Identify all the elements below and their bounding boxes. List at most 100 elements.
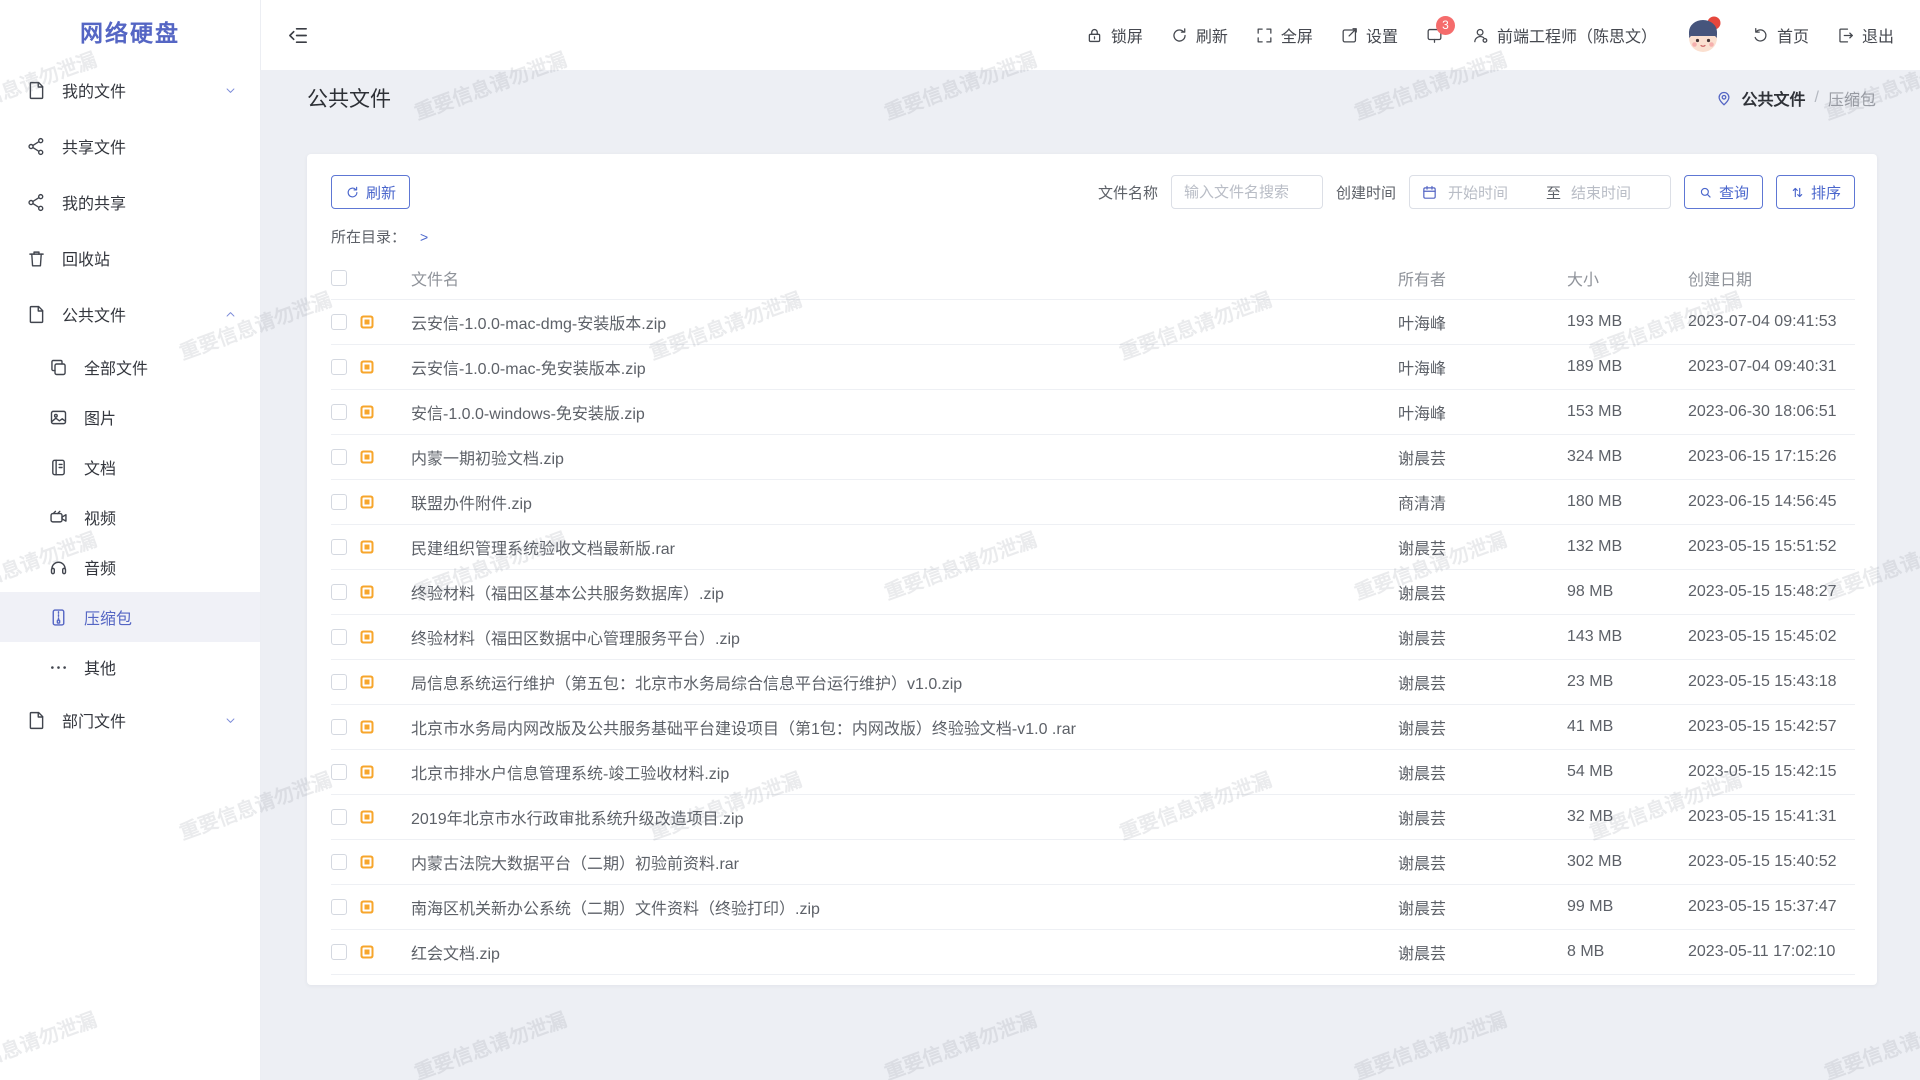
file-icon (26, 710, 47, 731)
date-start-field[interactable]: 开始时间 (1448, 182, 1536, 203)
file-owner: 谢晨芸 (1398, 580, 1567, 604)
row-checkbox[interactable] (331, 719, 347, 735)
table-row: 终验材料（福田区基本公共服务数据库）.zip谢晨芸98 MB2023-05-15… (331, 570, 1855, 615)
user-avatar[interactable] (1684, 14, 1724, 56)
sidebar-item-others[interactable]: 其他 (0, 642, 260, 692)
row-checkbox[interactable] (331, 809, 347, 825)
table-row: 2019年北京市水行政审批系统升级改造项目.zip谢晨芸32 MB2023-05… (331, 795, 1855, 840)
sidebar-item-label: 其他 (84, 655, 238, 679)
breadcrumb-root[interactable]: 公共文件 (1742, 86, 1806, 110)
fullscreen-button[interactable]: 全屏 (1255, 23, 1313, 47)
refresh-list-label: 刷新 (366, 182, 396, 203)
sidebar-item-label: 压缩包 (84, 605, 238, 629)
home-button[interactable]: 首页 (1751, 23, 1809, 47)
file-name[interactable]: 终验材料（福田区数据中心管理服务平台）.zip (411, 625, 1398, 649)
row-checkbox[interactable] (331, 944, 347, 960)
notifications-button[interactable]: 3 (1425, 26, 1444, 45)
lock-screen-label: 锁屏 (1111, 23, 1143, 47)
logout-label: 退出 (1862, 23, 1894, 47)
file-size: 180 MB (1567, 493, 1688, 511)
file-name[interactable]: 北京市水务局内网改版及公共服务基础平台建设项目（第1包：内网改版）终验验文档-v… (411, 715, 1398, 739)
file-name-filter-label: 文件名称 (1098, 182, 1158, 203)
file-date: 2023-06-15 17:15:26 (1688, 448, 1855, 466)
sidebar-item-public-files[interactable]: 公共文件 (0, 286, 260, 342)
file-name[interactable]: 2019年北京市水行政审批系统升级改造项目.zip (411, 805, 1398, 829)
file-name[interactable]: 云安信-1.0.0-mac-dmg-安装版本.zip (411, 310, 1398, 334)
sidebar-item-all-files[interactable]: 全部文件 (0, 342, 260, 392)
user-icon (1471, 26, 1490, 45)
copy-icon (48, 357, 69, 378)
topbar-actions: 锁屏 刷新 全屏 设置 (1085, 14, 1894, 56)
select-all-checkbox[interactable] (331, 270, 347, 286)
row-checkbox[interactable] (331, 494, 347, 510)
refresh-page-button[interactable]: 刷新 (1170, 23, 1228, 47)
file-name[interactable]: 安信-1.0.0-windows-免安装版.zip (411, 400, 1398, 424)
home-label: 首页 (1777, 23, 1809, 47)
lock-screen-button[interactable]: 锁屏 (1085, 23, 1143, 47)
settings-button[interactable]: 设置 (1340, 23, 1398, 47)
row-checkbox[interactable] (331, 404, 347, 420)
doc-icon (48, 457, 69, 478)
file-name[interactable]: 局信息系统运行维护（第五包：北京市水务局综合信息平台运行维护）v1.0.zip (411, 670, 1398, 694)
row-checkbox[interactable] (331, 584, 347, 600)
directory-root-chevron[interactable]: > (420, 229, 428, 245)
sidebar-item-my-files[interactable]: 我的文件 (0, 62, 260, 118)
user-menu[interactable]: 前端工程师（陈思文） (1471, 23, 1657, 47)
sidebar-fold-icon[interactable] (287, 24, 310, 47)
sidebar-item-shared-files[interactable]: 共享文件 (0, 118, 260, 174)
table-row: 安信-1.0.0-windows-免安装版.zip叶海峰153 MB2023-0… (331, 390, 1855, 435)
row-checkbox[interactable] (331, 359, 347, 375)
lock-icon (1085, 26, 1104, 45)
file-owner: 谢晨芸 (1398, 940, 1567, 964)
row-checkbox[interactable] (331, 314, 347, 330)
row-checkbox[interactable] (331, 854, 347, 870)
date-end-field[interactable]: 结束时间 (1571, 182, 1659, 203)
file-name[interactable]: 内蒙古法院大数据平台（二期）初验前资料.rar (411, 850, 1398, 874)
file-name[interactable]: 终验材料（福田区基本公共服务数据库）.zip (411, 580, 1398, 604)
file-name[interactable]: 红会文档.zip (411, 940, 1398, 964)
refresh-list-button[interactable]: 刷新 (331, 175, 410, 209)
zip-icon (48, 607, 69, 628)
file-date: 2023-05-15 15:40:52 (1688, 853, 1855, 871)
table-row: 云安信-1.0.0-mac-免安装版本.zip叶海峰189 MB2023-07-… (331, 345, 1855, 390)
file-name[interactable]: 内蒙一期初验文档.zip (411, 445, 1398, 469)
file-name[interactable]: 民建组织管理系统验收文档最新版.rar (411, 535, 1398, 559)
file-owner: 谢晨芸 (1398, 445, 1567, 469)
sidebar-item-department-files[interactable]: 部门文件 (0, 692, 260, 748)
sidebar-item-videos[interactable]: 视频 (0, 492, 260, 542)
row-checkbox[interactable] (331, 899, 347, 915)
table-row: 内蒙一期初验文档.zip谢晨芸324 MB2023-06-15 17:15:26 (331, 435, 1855, 480)
row-checkbox[interactable] (331, 674, 347, 690)
sidebar-item-archives[interactable]: 压缩包 (0, 592, 260, 642)
file-size: 54 MB (1567, 763, 1688, 781)
fullscreen-icon (1255, 26, 1274, 45)
file-date: 2023-05-15 15:43:18 (1688, 673, 1855, 691)
date-range-to-label: 至 (1546, 182, 1561, 203)
sidebar-item-images[interactable]: 图片 (0, 392, 260, 442)
date-range-picker[interactable]: 开始时间 至 结束时间 (1409, 175, 1671, 209)
more-icon (48, 657, 69, 678)
file-name[interactable]: 南海区机关新办公系统（二期）文件资料（终验打印）.zip (411, 895, 1398, 919)
file-size: 153 MB (1567, 403, 1688, 421)
row-checkbox[interactable] (331, 629, 347, 645)
row-checkbox[interactable] (331, 539, 347, 555)
file-name[interactable]: 北京市排水户信息管理系统-竣工验收材料.zip (411, 760, 1398, 784)
filter-toolbar: 刷新 文件名称 创建时间 开始时间 至 结束时间 (331, 175, 1855, 209)
row-checkbox[interactable] (331, 764, 347, 780)
sidebar-item-my-shares[interactable]: 我的共享 (0, 174, 260, 230)
sidebar-item-recycle-bin[interactable]: 回收站 (0, 230, 260, 286)
logout-button[interactable]: 退出 (1836, 23, 1894, 47)
file-owner: 谢晨芸 (1398, 850, 1567, 874)
query-button[interactable]: 查询 (1684, 175, 1763, 209)
table-row: 云安信-1.0.0-mac-dmg-安装版本.zip叶海峰193 MB2023-… (331, 300, 1855, 345)
sidebar-item-audio[interactable]: 音频 (0, 542, 260, 592)
file-name[interactable]: 联盟办件附件.zip (411, 490, 1398, 514)
sort-button[interactable]: 排序 (1776, 175, 1855, 209)
file-owner: 叶海峰 (1398, 310, 1567, 334)
row-checkbox[interactable] (331, 449, 347, 465)
table-row: 南海区机关新办公系统（二期）文件资料（终验打印）.zip谢晨芸99 MB2023… (331, 885, 1855, 930)
file-name[interactable]: 云安信-1.0.0-mac-免安装版本.zip (411, 355, 1398, 379)
refresh-icon (345, 185, 360, 200)
sidebar-item-documents[interactable]: 文档 (0, 442, 260, 492)
file-name-search-input[interactable] (1171, 175, 1323, 209)
